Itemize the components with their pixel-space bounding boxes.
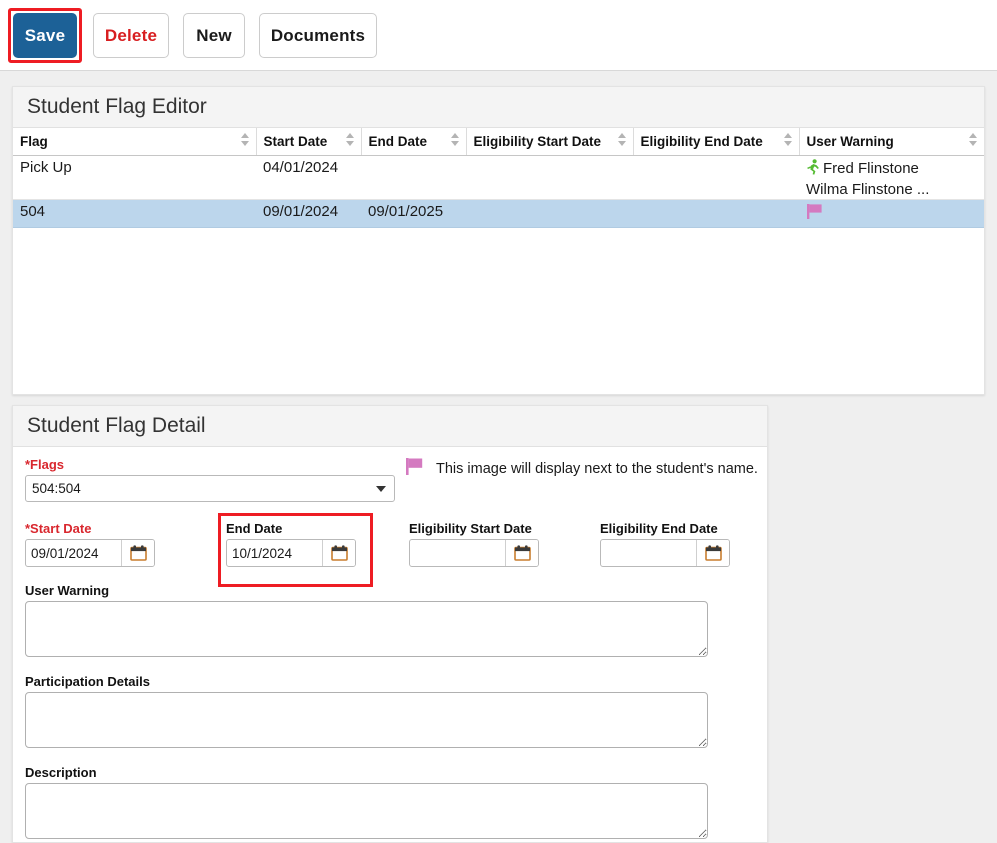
detail-panel-title: Student Flag Detail <box>27 414 206 437</box>
flags-select-wrapper: 504:504 <box>25 475 395 502</box>
user-warning-line-2: Wilma Flinstone ... <box>806 180 930 198</box>
description-textarea[interactable] <box>25 783 708 839</box>
column-header-eligibility-start-date[interactable]: Eligibility Start Date <box>466 128 634 156</box>
delete-button[interactable]: Delete <box>93 13 169 58</box>
detail-panel-header: Student Flag Detail <box>13 406 767 447</box>
flag-image-note: This image will display next to the stud… <box>405 457 758 481</box>
eligibility-end-date-field: Eligibility End Date <box>600 521 730 567</box>
column-header-start-date[interactable]: Start Date <box>256 128 362 156</box>
calendar-icon[interactable] <box>322 540 355 566</box>
sort-toggle-icon[interactable] <box>617 133 627 149</box>
new-button[interactable]: New <box>183 13 245 58</box>
sort-toggle-icon[interactable] <box>345 133 355 149</box>
column-header-eligibility-start-date-label: Eligibility Start Date <box>473 133 602 149</box>
column-header-eligibility-end-date[interactable]: Eligibility End Date <box>633 128 800 156</box>
date-fields-row: *Start Date 09/01/2024 End Date 10/1/202… <box>25 513 755 587</box>
documents-button-label: Documents <box>270 25 366 45</box>
cell-user-warning: Fred Flinstone Wilma Flinstone ... <box>799 155 984 200</box>
start-date-label: *Start Date <box>25 521 92 536</box>
editor-panel-title: Student Flag Editor <box>27 95 207 118</box>
calendar-icon[interactable] <box>696 540 729 566</box>
cell-eligibility-start-date <box>466 199 633 228</box>
cell-eligibility-end-date <box>633 155 799 200</box>
running-person-icon <box>806 158 820 180</box>
student-flag-editor-panel: Student Flag Editor Flag Start Date End … <box>12 86 985 395</box>
column-header-end-date[interactable]: End Date <box>361 128 467 156</box>
grid-empty-area <box>13 227 984 393</box>
grid-header-row: Flag Start Date End Date Eligibility Sta… <box>13 128 984 156</box>
column-header-user-warning-label: User Warning <box>806 133 894 149</box>
table-row[interactable]: Pick Up 04/01/2024 Fred Flinstone Wilma … <box>13 155 984 200</box>
sort-toggle-icon[interactable] <box>783 133 793 149</box>
cell-flag: Pick Up <box>13 155 256 200</box>
column-header-eligibility-end-date-label: Eligibility End Date <box>640 133 763 149</box>
eligibility-start-date-input[interactable] <box>410 540 505 566</box>
description-label: Description <box>25 765 97 780</box>
flag-icon <box>405 457 426 481</box>
cell-eligibility-end-date <box>633 199 799 228</box>
cell-flag: 504 <box>13 199 256 228</box>
calendar-icon[interactable] <box>121 540 154 566</box>
flag-image-note-text: This image will display next to the stud… <box>436 461 758 477</box>
end-date-input[interactable] <box>227 540 322 566</box>
start-date-field: *Start Date <box>25 521 155 567</box>
user-warning-textarea[interactable] <box>25 601 708 657</box>
action-toolbar: Save Delete New Documents <box>0 0 997 71</box>
description-block: Description <box>25 765 755 839</box>
column-header-start-date-label: Start Date <box>263 133 328 149</box>
start-date-input[interactable] <box>26 540 121 566</box>
eligibility-start-date-field: Eligibility Start Date <box>409 521 539 567</box>
cell-end-date: 09/01/2025 <box>361 199 466 228</box>
column-header-flag[interactable]: Flag <box>13 128 257 156</box>
column-header-end-date-label: End Date <box>368 133 428 149</box>
delete-button-label: Delete <box>104 25 158 45</box>
cell-start-date: 04/01/2024 <box>256 155 361 200</box>
user-warning-block: User Warning <box>25 583 755 657</box>
user-warning-label: User Warning <box>25 583 110 598</box>
sort-toggle-icon[interactable] <box>969 133 978 149</box>
sort-toggle-icon[interactable] <box>450 133 460 149</box>
flag-icon <box>806 203 825 224</box>
table-row[interactable]: 504 09/01/2024 09/01/2025 <box>13 199 984 228</box>
detail-form: *Flags 504:504 This image will display n… <box>13 447 767 839</box>
app-page: Save Delete New Documents Student Flag E… <box>0 0 997 843</box>
start-date-control <box>25 539 155 567</box>
student-flag-detail-panel: Student Flag Detail *Flags 504:504 This … <box>12 405 768 843</box>
documents-button[interactable]: Documents <box>259 13 377 58</box>
save-button[interactable]: Save <box>13 13 77 58</box>
save-button-label: Save <box>24 25 66 45</box>
sort-toggle-icon[interactable] <box>240 133 250 149</box>
cell-eligibility-start-date <box>466 155 633 200</box>
end-date-control <box>226 539 356 567</box>
new-button-label: New <box>196 25 232 45</box>
grid-body: Pick Up 04/01/2024 Fred Flinstone Wilma … <box>13 155 984 228</box>
end-date-label: End Date <box>226 521 283 536</box>
eligibility-start-date-control <box>409 539 539 567</box>
participation-details-textarea[interactable] <box>25 692 708 748</box>
cell-end-date <box>361 155 466 200</box>
cell-user-warning <box>799 199 984 228</box>
user-warning-line-1: Fred Flinstone <box>823 159 919 177</box>
eligibility-end-date-control <box>600 539 730 567</box>
participation-details-block: Participation Details <box>25 674 755 748</box>
student-flag-grid: Flag Start Date End Date Eligibility Sta… <box>13 128 984 228</box>
eligibility-end-date-label: Eligibility End Date <box>600 521 718 536</box>
eligibility-start-date-label: Eligibility Start Date <box>409 521 532 536</box>
column-header-flag-label: Flag <box>20 133 48 149</box>
cell-start-date: 09/01/2024 <box>256 199 361 228</box>
flag-grid-wrapper: Flag Start Date End Date Eligibility Sta… <box>13 128 984 393</box>
flags-select[interactable]: 504:504 <box>25 475 395 502</box>
participation-details-label: Participation Details <box>25 674 150 689</box>
calendar-icon[interactable] <box>505 540 538 566</box>
column-header-user-warning[interactable]: User Warning <box>799 128 984 156</box>
editor-panel-header: Student Flag Editor <box>13 87 984 128</box>
eligibility-end-date-input[interactable] <box>601 540 696 566</box>
end-date-field: End Date <box>226 521 356 567</box>
